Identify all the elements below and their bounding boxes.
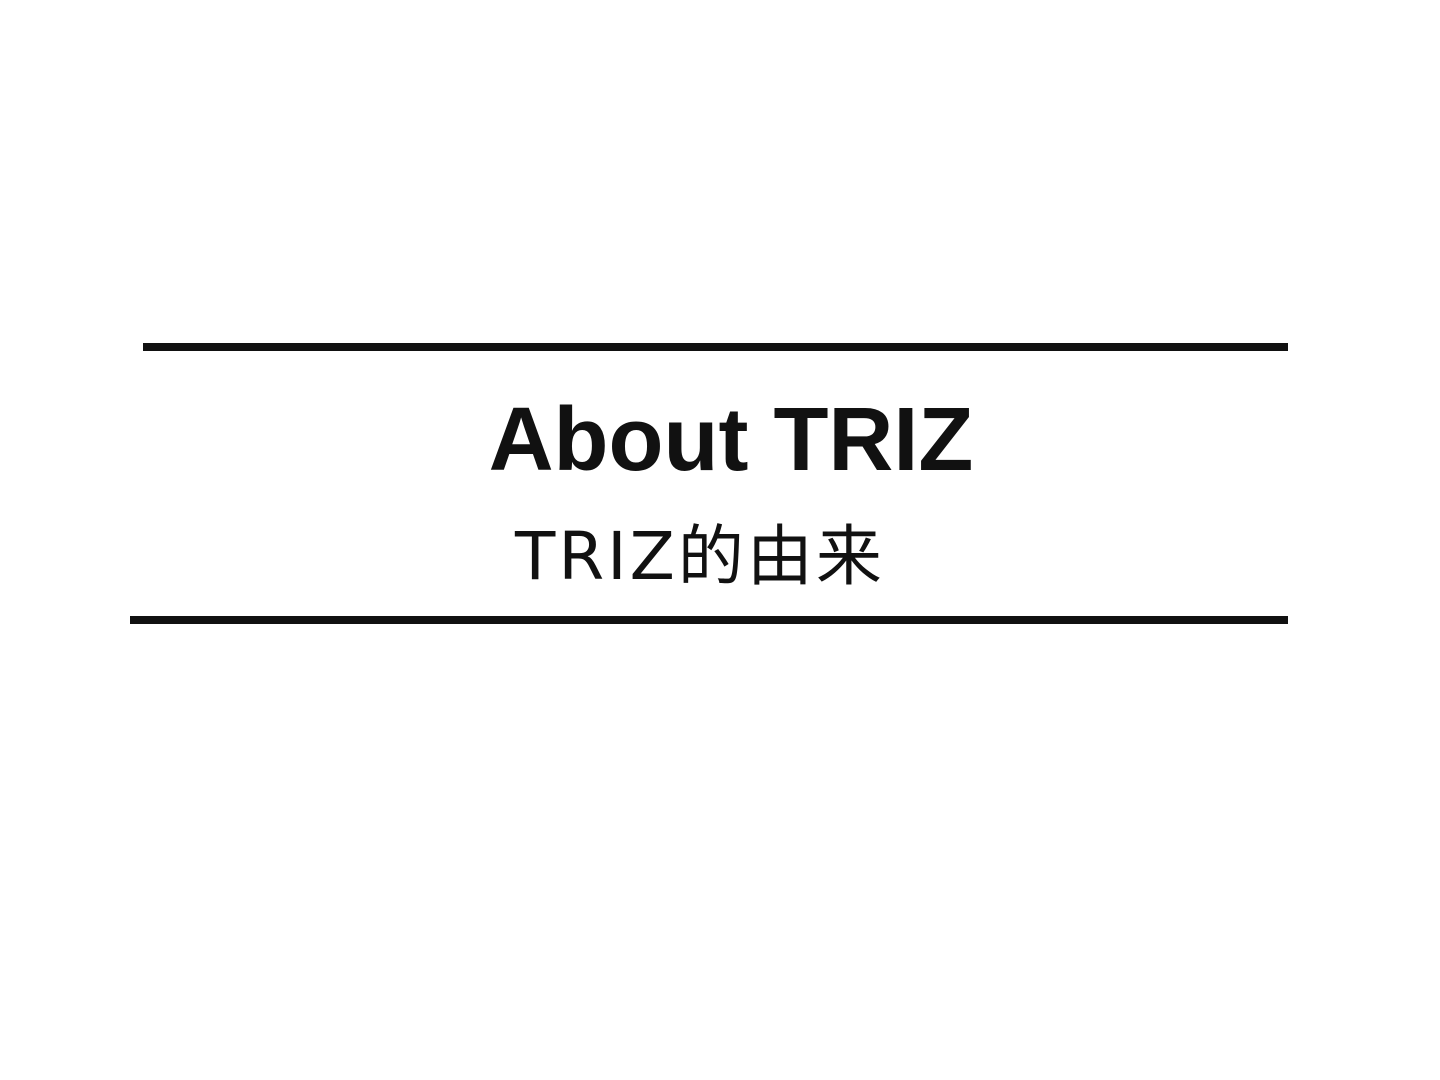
slide-subtitle: TRIZ的由来 xyxy=(515,518,885,595)
slide: About TRIZ TRIZ的由来 xyxy=(0,0,1440,1080)
top-divider-line xyxy=(143,343,1288,351)
bottom-divider-line xyxy=(130,616,1288,624)
slide-title: About TRIZ xyxy=(488,390,974,490)
